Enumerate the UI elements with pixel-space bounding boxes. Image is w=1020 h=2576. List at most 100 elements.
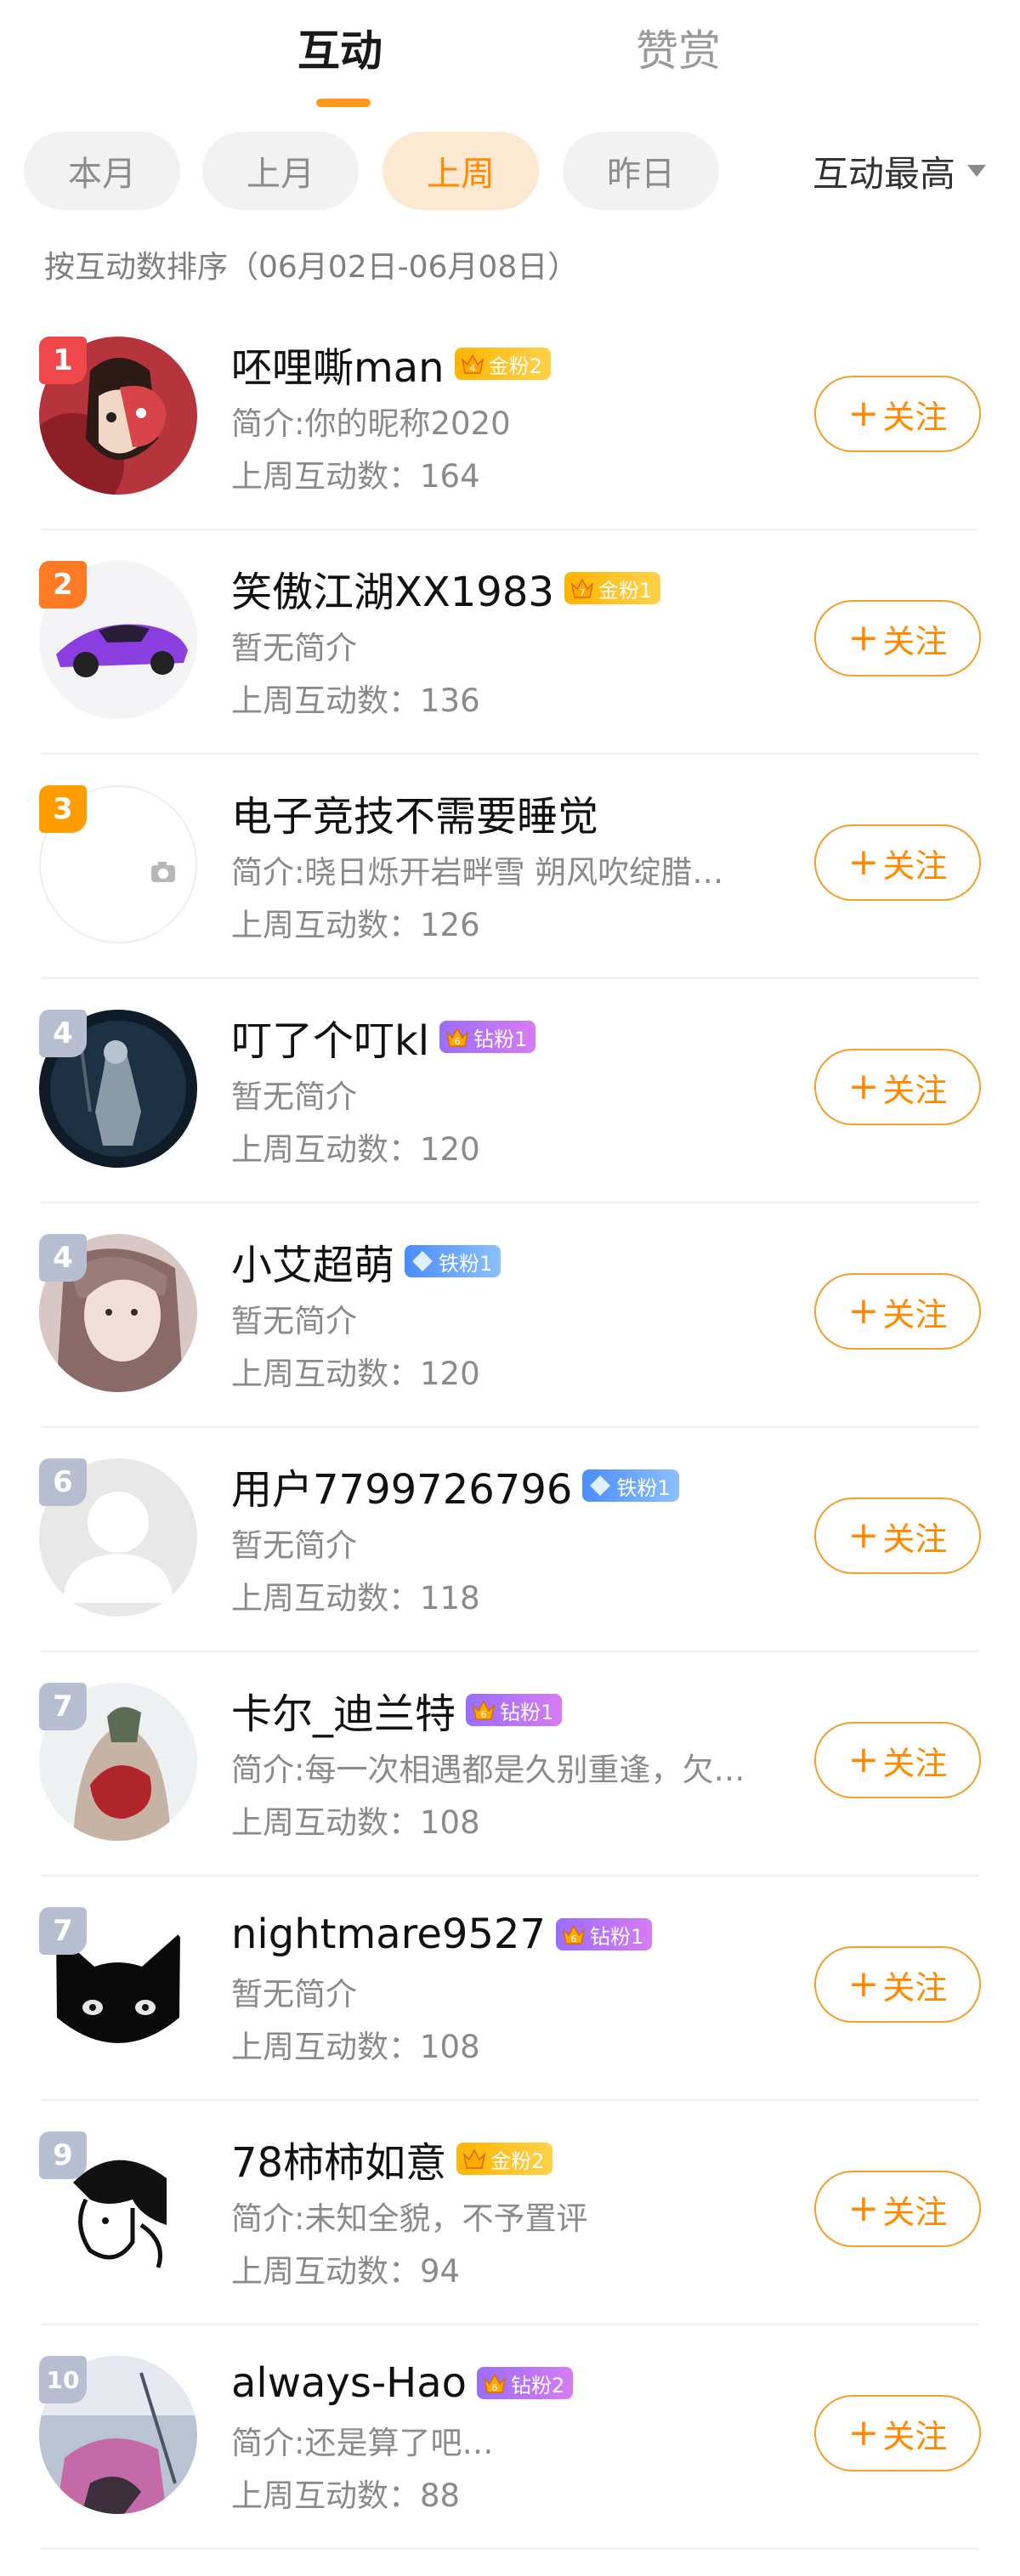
filter-last-month[interactable]: 上月 [202,132,359,210]
plus-icon: + [847,1514,880,1557]
filter-yesterday[interactable]: 昨日 [563,132,719,210]
interaction-count-label: 上周互动数： [231,458,420,495]
rank-badge: 2 [39,561,87,609]
user-name[interactable]: 电子竞技不需要睡觉 [231,783,598,842]
follow-button-label: 关注 [882,622,948,660]
follow-button-label: 关注 [882,1520,948,1558]
user-bio: 简介:未知全貌，不予置评 [231,2200,588,2237]
name-line: 笑傲江湖XX1983 7 金粉1 [231,558,661,618]
interaction-count: 上周互动数：126 [231,899,480,945]
rank-badge: 10 [39,2356,87,2403]
interaction-count: 上周互动数：108 [231,1797,480,1843]
sort-dropdown[interactable]: 互动最高 [813,132,986,210]
interaction-count-value: 120 [420,1356,480,1392]
tab-reward[interactable]: 赞赏 [636,24,721,78]
follow-button[interactable]: + 关注 [814,600,981,677]
fan-list-item[interactable]: 9 78柿柿如意 金粉2 简介:未知全貌，不予置评 上周互动数：94 + 关注 [0,2101,1020,2325]
period-filter-bar: 本月 上月 上周 昨日 互动最高 [0,132,1020,212]
user-name[interactable]: 用户7799726796 [231,1456,572,1515]
fan-list-item[interactable]: 7 nightmare9527 6 钻粉1 暂无简介 上周互动数：108 + 关注 [0,1877,1020,2101]
fan-list-item[interactable]: 4 小艾超萌 铁粉1 暂无简介 上周互动数：120 + 关注 [0,1203,1020,1428]
user-bio: 简介:还是算了吧… [231,2425,494,2461]
user-bio: 暂无简介 [231,1079,357,1115]
fan-list-item[interactable]: 1 呸哩嘶man 4 金粉2 简介:你的昵称2020 上周互动数：164 + 关注 [0,306,1020,530]
crown-icon: 6 [471,1697,496,1723]
user-name[interactable]: always-Hao [231,2359,467,2407]
interaction-count: 上周互动数：118 [231,1572,480,1618]
name-line: 小艾超萌 铁粉1 [231,1231,502,1291]
follow-button-label: 关注 [882,2193,948,2231]
fan-list-item[interactable]: 6 用户7799726796 铁粉1 暂无简介 上周互动数：118 + 关注 [0,1428,1020,1652]
fan-level-badge: 7 金粉1 [564,572,661,604]
rank-badge: 7 [39,1683,87,1730]
fan-level-badge: 6 钻粉1 [466,1694,563,1726]
follow-button[interactable]: + 关注 [814,2171,981,2247]
interaction-count-value: 136 [420,682,480,719]
user-name[interactable]: 卡尔_迪兰特 [231,1680,456,1740]
name-line: 78柿柿如意 金粉2 [231,2129,553,2188]
plus-icon: + [847,616,880,660]
follow-button[interactable]: + 关注 [814,1946,981,2023]
interaction-count-value: 120 [420,1131,480,1168]
fan-badge-label: 钻粉1 [473,1027,528,1051]
plus-icon: + [847,2187,880,2230]
follow-button[interactable]: + 关注 [814,1049,981,1125]
follow-button[interactable]: + 关注 [814,824,981,901]
filter-last-week[interactable]: 上周 [382,132,539,210]
follow-button[interactable]: + 关注 [814,376,981,452]
caret-down-icon [967,165,986,177]
name-line: 电子竞技不需要睡觉 [231,783,598,842]
fan-list-item[interactable]: 7 卡尔_迪兰特 6 钻粉1 简介:每一次相遇都是久别重逢，欠… 上周互动数：108 + 关注 [0,1652,1020,1877]
fan-badge-label: 铁粉1 [439,1251,493,1276]
crown-icon: 6 [561,1922,586,1947]
fan-level-number: 6 [455,1036,461,1047]
user-bio: 暂无简介 [231,630,357,666]
follow-button[interactable]: + 关注 [814,1273,981,1350]
fan-badge-label: 铁粉1 [616,1475,671,1500]
user-name[interactable]: 小艾超萌 [231,1231,394,1291]
user-name[interactable]: 呸哩嘶man [231,334,445,393]
fan-list-item[interactable]: 3 电子竞技不需要睡觉 简介:晓日烁开岩畔雪 朔风吹绽腊… 上周互动数：126 + 关注 [0,755,1020,979]
interaction-count-label: 上周互动数： [231,682,420,719]
fan-level-number: 6 [571,1933,577,1945]
name-line: nightmare9527 6 钻粉1 [231,1907,653,1962]
filter-this-month[interactable]: 本月 [24,132,180,210]
user-bio: 暂无简介 [231,1527,357,1564]
crown-icon: 7 [570,575,595,601]
name-line: 用户7799726796 铁粉1 [231,1456,679,1515]
follow-button[interactable]: + 关注 [814,1722,981,1798]
user-bio: 简介:每一次相遇都是久别重逢，欠… [231,1752,745,1788]
crown-icon: 6 [445,1024,470,1050]
follow-button[interactable]: + 关注 [814,1497,981,1574]
crown-icon [462,2146,487,2171]
user-name[interactable]: 笑傲江湖XX1983 [231,558,554,618]
follow-button[interactable]: + 关注 [814,2395,981,2471]
rank-badge: 3 [39,785,87,833]
tab-interaction[interactable]: 互动 [298,24,382,78]
interaction-count-value: 94 [420,2253,461,2290]
user-name[interactable]: 78柿柿如意 [231,2129,446,2188]
user-name[interactable]: 叮了个叮kl [231,1007,429,1067]
diamond-icon [410,1248,435,1274]
fan-list-item[interactable]: 2 笑傲江湖XX1983 7 金粉1 暂无简介上周互动数：136 + 关注 [0,530,1020,755]
fan-badge-label: 金粉2 [490,2149,545,2173]
interaction-count-label: 上周互动数： [231,2029,420,2065]
fan-list-item[interactable]: 10 always-Hao 6 钻粉2 简介:还是算了吧… 上周互动数：88 + 关注 [0,2325,1020,2550]
plus-icon: + [847,1065,880,1108]
active-tab-indicator [316,99,371,107]
interaction-count: 上周互动数：164 [231,450,480,496]
interaction-count-value: 108 [420,2029,480,2065]
interaction-count: 上周互动数：88 [231,2470,460,2516]
fan-badge-label: 金粉1 [598,578,653,603]
fan-level-number: 7 [579,587,585,598]
name-line: always-Hao 6 钻粉2 [231,2356,574,2410]
fan-level-number: 6 [481,1709,487,1720]
rank-badge: 9 [39,2132,87,2179]
top-tab-bar: 互动 赞赏 [0,0,1020,119]
follow-button-label: 关注 [882,1968,948,2007]
fan-list-item[interactable]: 4 叮了个叮kl 6 钻粉1 暂无简介 上周互动数：120 + 关注 [0,979,1020,1203]
fan-level-badge: 4 金粉2 [454,348,551,380]
fan-badge-label: 金粉2 [488,354,542,378]
user-name[interactable]: nightmare9527 [231,1911,546,1958]
fan-badge-label: 钻粉1 [590,1924,644,1949]
